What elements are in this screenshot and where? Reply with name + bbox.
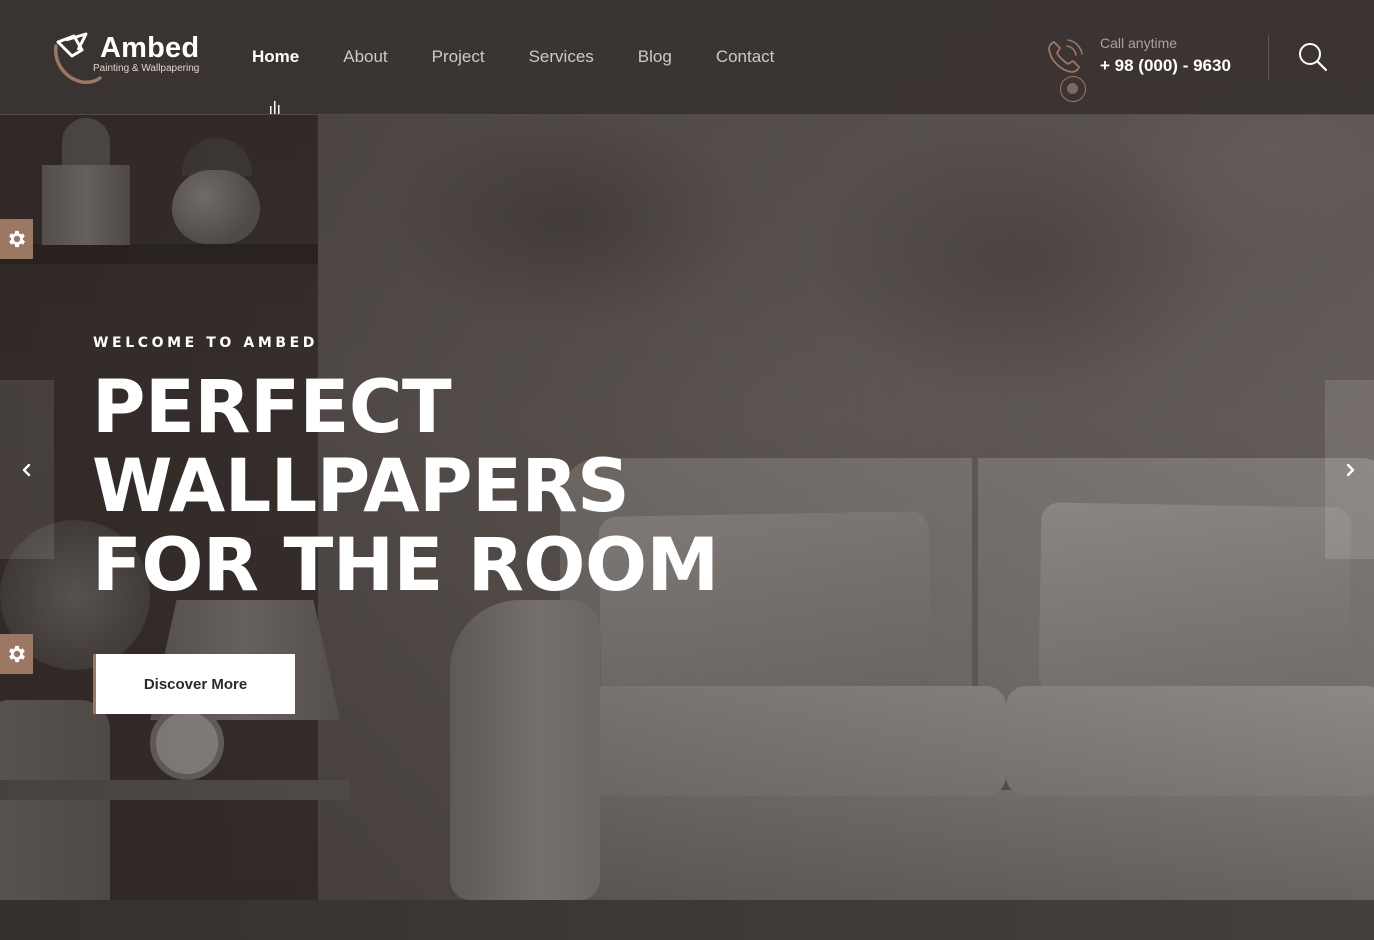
hero-title: PERFECT WALLPAPERS FOR THE ROOM [92,368,852,605]
main-nav: Home About Project Services Blog Contact [252,45,818,69]
logo-name: Ambed [100,32,200,64]
site-header: Ambed Painting & Wallpapering Home About… [0,0,1374,115]
call-anytime[interactable]: Call anytime + 98 (000) - 9630 [1046,34,1256,104]
phone-number[interactable]: + 98 (000) - 9630 [1100,56,1231,76]
nav-item-blog[interactable]: Blog [638,45,672,69]
phone-icon [1048,39,1083,73]
slider-prev-button[interactable] [0,380,54,559]
call-label: Call anytime [1100,35,1178,51]
settings-toggle-button[interactable] [0,634,33,674]
header-divider [1268,35,1269,80]
nav-item-about[interactable]: About [343,45,387,69]
discover-more-button[interactable]: Discover More [93,654,295,714]
nav-item-contact[interactable]: Contact [716,45,775,69]
slider-next-button[interactable] [1325,380,1374,559]
nav-item-services[interactable]: Services [529,45,594,69]
nav-item-home[interactable]: Home [252,45,299,69]
active-nav-indicator-icon [270,101,280,114]
nav-item-project[interactable]: Project [432,45,485,69]
logo-brush-icon [54,32,102,84]
hero-title-line: WALLPAPERS [92,444,630,529]
chevron-right-icon [1346,463,1354,476]
hero-title-line: FOR THE ROOM [92,523,719,608]
chevron-left-icon [22,463,31,476]
phone-pulse-indicator [1060,76,1086,102]
search-button[interactable] [1296,40,1330,74]
gear-icon [8,645,25,663]
search-icon [1299,43,1328,72]
hero-eyebrow: WELCOME TO AMBED [93,335,319,351]
gear-icon [8,230,25,248]
site-logo[interactable]: Ambed Painting & Wallpapering [52,32,212,86]
settings-toggle-button[interactable] [0,219,33,259]
page: Ambed Painting & Wallpapering Home About… [0,0,1374,940]
logo-tagline: Painting & Wallpapering [93,63,200,74]
hero-title-line: PERFECT [92,365,452,450]
